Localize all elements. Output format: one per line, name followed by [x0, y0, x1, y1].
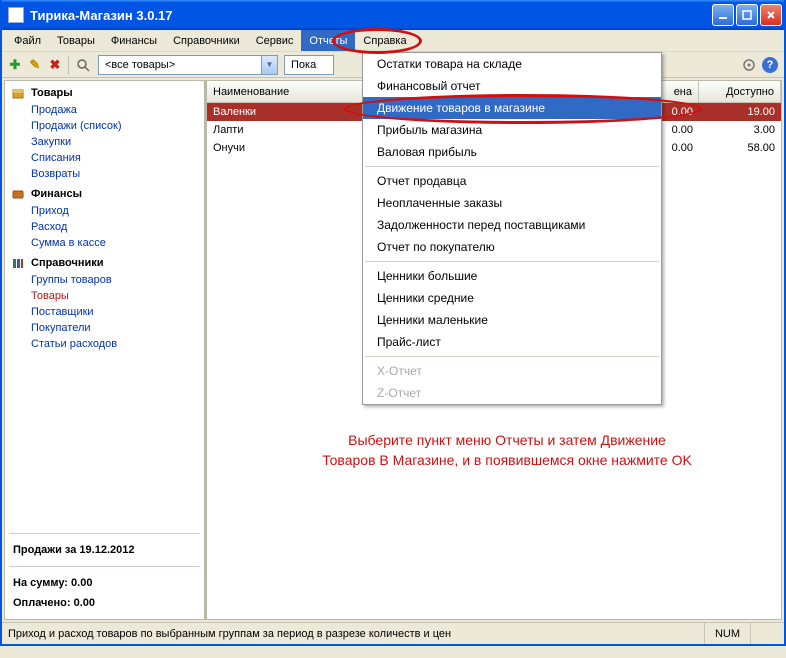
menu-item: X-Отчет	[363, 360, 661, 382]
menu-item[interactable]: Ценники средние	[363, 287, 661, 309]
separator	[68, 56, 70, 74]
menu-item[interactable]: Неоплаченные заказы	[363, 192, 661, 214]
menu-item[interactable]: Финансовый отчет	[363, 75, 661, 97]
sidebar-item[interactable]: Списания	[5, 150, 204, 166]
gear-icon[interactable]	[740, 56, 758, 74]
menu-goods[interactable]: Товары	[49, 30, 103, 51]
help-icon[interactable]: ?	[762, 57, 778, 73]
minimize-button[interactable]	[712, 4, 734, 26]
sidebar-item[interactable]: Продажи (список)	[5, 118, 204, 134]
menu-item[interactable]: Ценники большие	[363, 265, 661, 287]
status-num: NUM	[704, 623, 750, 644]
statusbar: Приход и расход товаров по выбранным гру…	[2, 622, 784, 644]
menu-item[interactable]: Отчет продавца	[363, 170, 661, 192]
sidebar-item[interactable]: Поставщики	[5, 304, 204, 320]
chevron-down-icon: ▼	[261, 56, 277, 74]
menubar: Файл Товары Финансы Справочники Сервис О…	[2, 30, 784, 52]
close-button[interactable]	[760, 4, 782, 26]
menu-separator	[365, 261, 659, 262]
col-avail[interactable]: Доступно	[699, 81, 781, 102]
menu-refs[interactable]: Справочники	[165, 30, 248, 51]
menu-separator	[365, 166, 659, 167]
sidebar-item[interactable]: Приход	[5, 203, 204, 219]
cell-avail: 58.00	[699, 142, 781, 154]
status-text: Приход и расход товаров по выбранным гру…	[8, 628, 451, 640]
search-button[interactable]	[74, 56, 92, 74]
titlebar: Тирика-Магазин 3.0.17	[2, 0, 784, 30]
reports-dropdown: Остатки товара на складеФинансовый отчет…	[362, 52, 662, 405]
show-combo-text: Пока	[285, 59, 322, 71]
menu-reports[interactable]: Отчеты	[301, 30, 355, 51]
wallet-icon	[11, 187, 25, 201]
sidebar-item[interactable]: Покупатели	[5, 320, 204, 336]
menu-separator	[365, 356, 659, 357]
cell-avail: 19.00	[699, 106, 781, 118]
menu-item[interactable]: Прайс-лист	[363, 331, 661, 353]
sidebar-item[interactable]: Возвраты	[5, 166, 204, 182]
sidebar-paid: Оплачено: 0.00	[5, 593, 204, 613]
box-icon	[11, 86, 25, 100]
menu-finance[interactable]: Финансы	[103, 30, 165, 51]
sidebar-item[interactable]: Товары	[5, 288, 204, 304]
sidebar-item[interactable]: Расход	[5, 219, 204, 235]
menu-item[interactable]: Прибыль магазина	[363, 119, 661, 141]
menu-service[interactable]: Сервис	[248, 30, 302, 51]
sidebar-group-wallet[interactable]: Финансы	[5, 182, 204, 203]
menu-item[interactable]: Задолженности перед поставщиками	[363, 214, 661, 236]
sidebar-item[interactable]: Группы товаров	[5, 272, 204, 288]
group-combo[interactable]: <все товары> ▼	[98, 55, 278, 75]
menu-item[interactable]: Отчет по покупателю	[363, 236, 661, 258]
window-title: Тирика-Магазин 3.0.17	[30, 8, 712, 23]
sidebar-group-box[interactable]: Товары	[5, 81, 204, 102]
menu-item[interactable]: Движение товаров в магазине	[363, 97, 661, 119]
delete-button[interactable]: ✖	[46, 56, 64, 74]
sidebar-item[interactable]: Продажа	[5, 102, 204, 118]
app-icon	[8, 7, 24, 23]
show-combo[interactable]: Пока	[284, 55, 334, 75]
sidebar-group-books[interactable]: Справочники	[5, 251, 204, 272]
cell-avail: 3.00	[699, 124, 781, 136]
group-combo-text: <все товары>	[99, 59, 181, 71]
edit-button[interactable]: ✎	[26, 56, 44, 74]
maximize-button[interactable]	[736, 4, 758, 26]
menu-item[interactable]: Ценники маленькие	[363, 309, 661, 331]
sidebar-item[interactable]: Закупки	[5, 134, 204, 150]
sidebar: ТоварыПродажаПродажи (список)ЗакупкиСпис…	[4, 80, 206, 620]
sidebar-sales-date: Продажи за 19.12.2012	[5, 540, 204, 560]
sidebar-item[interactable]: Сумма в кассе	[5, 235, 204, 251]
menu-item: Z-Отчет	[363, 382, 661, 404]
add-button[interactable]: ✚	[6, 56, 24, 74]
sidebar-item[interactable]: Статьи расходов	[5, 336, 204, 352]
books-icon	[11, 256, 25, 270]
menu-item[interactable]: Валовая прибыль	[363, 141, 661, 163]
sidebar-sum: На сумму: 0.00	[5, 573, 204, 593]
menu-file[interactable]: Файл	[6, 30, 49, 51]
menu-item[interactable]: Остатки товара на складе	[363, 53, 661, 75]
status-empty	[750, 623, 778, 644]
menu-help[interactable]: Справка	[355, 30, 414, 51]
